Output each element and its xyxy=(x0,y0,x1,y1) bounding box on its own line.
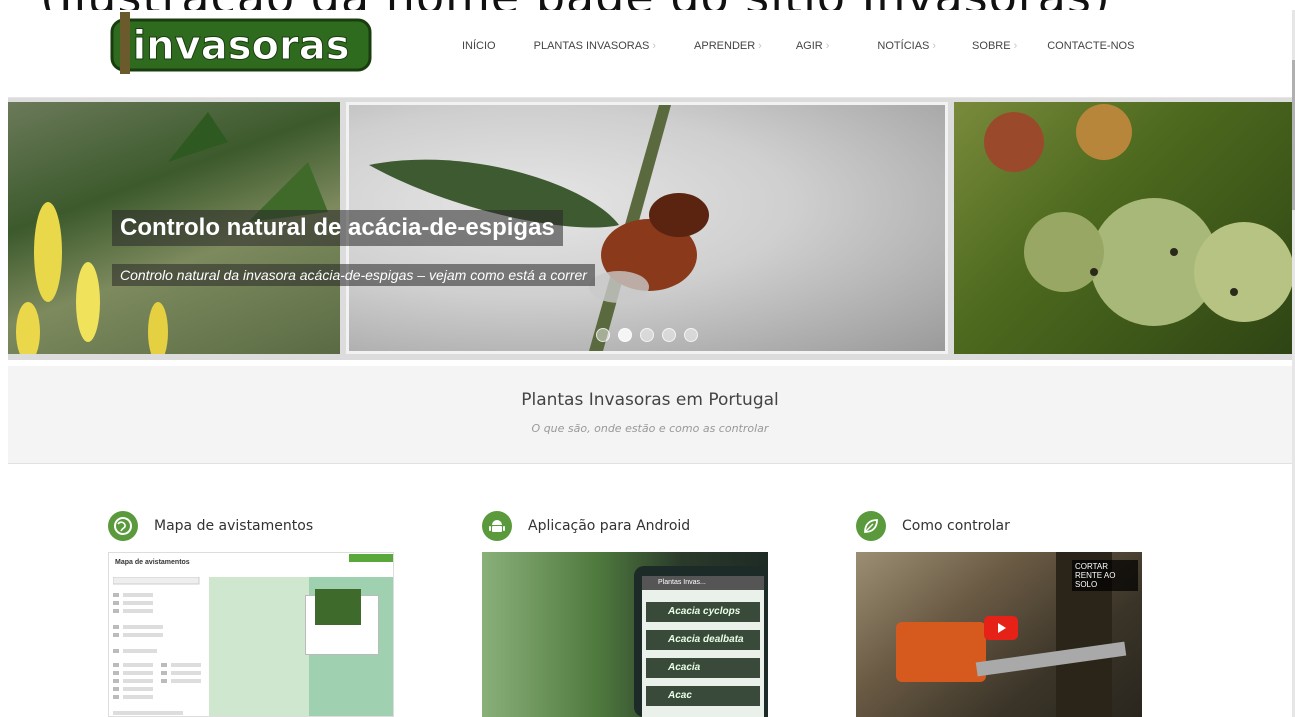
nav-about[interactable]: SOBRE › xyxy=(972,40,1017,52)
nav-news-label: NOTÍCIAS xyxy=(877,40,930,52)
intro-subtitle: O que são, onde estão e como as controla… xyxy=(531,422,769,435)
nav-home[interactable]: INÍCIO xyxy=(462,40,496,52)
intro-section: Plantas Invasoras em Portugal O que são,… xyxy=(8,366,1292,464)
slider-dot[interactable] xyxy=(596,328,610,342)
image-slider: Controlo natural de acácia-de-espigas Co… xyxy=(8,98,1292,360)
map-thumb-button xyxy=(349,554,393,562)
leaf-icon xyxy=(856,511,886,541)
feature-map-title: Mapa de avistamentos xyxy=(154,518,314,534)
chainsaw xyxy=(896,622,986,682)
feature-control-heading[interactable]: Como controlar xyxy=(856,510,1156,542)
phone-list-item: Acac xyxy=(646,686,760,706)
page-frame: invasoras INÍCIO PLANTAS INVASORAS › APRE… xyxy=(8,10,1292,717)
intro-title: Plantas Invasoras em Portugal xyxy=(521,390,779,410)
phone-list-item: Acacia dealbata xyxy=(646,630,760,650)
slide-title[interactable]: Controlo natural de acácia-de-espigas xyxy=(112,210,563,246)
nav-learn[interactable]: APRENDER › xyxy=(694,40,762,52)
chevron-right-icon: › xyxy=(652,40,657,52)
nav-home-label: INÍCIO xyxy=(462,40,496,52)
green-galls-image xyxy=(984,104,1292,326)
nav-contact-label: CONTACTE-NOS xyxy=(1047,40,1135,52)
nav-news[interactable]: NOTÍCIAS › xyxy=(877,40,936,52)
slide-subtitle: Controlo natural da invasora acácia-de-e… xyxy=(112,264,595,286)
logo-graphic: invasoras xyxy=(110,12,372,74)
feature-android: Aplicação para Android Plantas Invas... … xyxy=(482,510,782,717)
feature-map-heading[interactable]: Mapa de avistamentos xyxy=(108,510,408,542)
slider-dot[interactable] xyxy=(662,328,676,342)
feature-android-heading[interactable]: Aplicação para Android xyxy=(482,510,782,542)
map-thumb-title: Mapa de avistamentos xyxy=(115,559,190,566)
feature-control-title: Como controlar xyxy=(902,518,1010,534)
chevron-right-icon: › xyxy=(932,40,937,52)
map-thumbnail[interactable]: Mapa de avistamentos xyxy=(108,552,394,717)
feature-android-title: Aplicação para Android xyxy=(528,518,691,534)
android-icon xyxy=(482,511,512,541)
android-app-image[interactable]: Plantas Invas... Acacia cyclops Acacia d… xyxy=(482,552,768,717)
slider-dot[interactable] xyxy=(640,328,654,342)
map-thumb-photo xyxy=(315,589,361,625)
chevron-right-icon: › xyxy=(758,40,762,52)
play-button-icon[interactable] xyxy=(984,616,1018,640)
nav-contact[interactable]: CONTACTE-NOS xyxy=(1047,40,1134,52)
map-thumb-land xyxy=(209,577,309,716)
feature-control: Como controlar CORTAR RENTE AO SOLO xyxy=(856,510,1156,717)
nav-plants[interactable]: PLANTAS INVASORAS › xyxy=(534,40,656,52)
video-caption: CORTAR RENTE AO SOLO xyxy=(1072,560,1138,591)
slider-dot[interactable] xyxy=(684,328,698,342)
control-video[interactable]: CORTAR RENTE AO SOLO xyxy=(856,552,1142,717)
phone-list-item: Acacia xyxy=(646,658,760,678)
slide-next-image[interactable] xyxy=(954,102,1292,354)
chevron-right-icon: › xyxy=(1013,40,1018,52)
nav-act-label: AGIR xyxy=(795,40,823,52)
map-thumb-filters xyxy=(112,576,209,716)
phone-list-item: Acacia cyclops xyxy=(646,602,760,622)
chevron-right-icon: › xyxy=(825,40,830,52)
nav-learn-label: APRENDER xyxy=(694,40,756,52)
globe-icon xyxy=(108,511,138,541)
nav-plants-label: PLANTAS INVASORAS xyxy=(533,40,650,52)
slider-dots xyxy=(596,328,698,342)
feature-map: Mapa de avistamentos Mapa de avistamento… xyxy=(108,510,408,717)
phone-app-header: Plantas Invas... xyxy=(642,576,764,590)
logo-text: invasoras xyxy=(132,23,349,69)
site-logo[interactable]: invasoras xyxy=(106,12,376,76)
site-header: invasoras INÍCIO PLANTAS INVASORAS › APRE… xyxy=(8,10,1292,98)
main-nav: INÍCIO PLANTAS INVASORAS › APRENDER › AGIR… xyxy=(448,40,1134,52)
nav-about-label: SOBRE xyxy=(972,40,1011,52)
slider-dot-active[interactable] xyxy=(618,328,632,342)
nav-act[interactable]: AGIR › xyxy=(796,40,830,52)
